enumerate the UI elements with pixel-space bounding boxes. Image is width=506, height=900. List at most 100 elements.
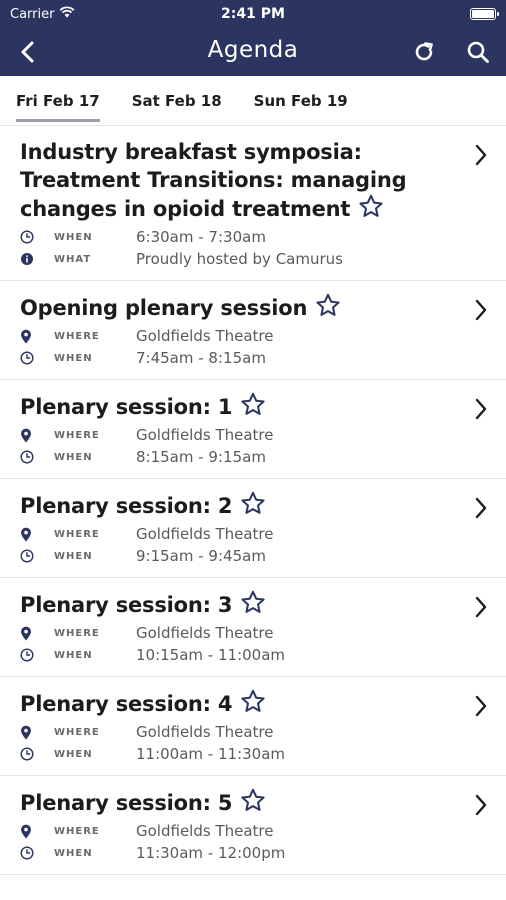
session-title-block: Opening plenary session	[20, 293, 446, 325]
session-item[interactable]: Plenary session: 5 WHERE Goldfields Theatr…	[0, 776, 506, 875]
chevron-right-icon	[474, 794, 488, 820]
session-meta-row: WHEN 10:15am - 11:00am	[20, 644, 446, 666]
clock-icon	[20, 846, 38, 860]
session-meta-row: WHAT Proudly hosted by Camurus	[20, 248, 446, 270]
clock-icon	[20, 747, 38, 761]
clock-icon	[20, 648, 38, 662]
location-pin-icon	[20, 329, 38, 344]
meta-label: WHERE	[54, 627, 100, 639]
session-title-block: Plenary session: 3	[20, 590, 446, 622]
status-bar: Carrier 2:41 PM	[0, 0, 506, 28]
meta-value: 6:30am - 7:30am	[136, 228, 266, 246]
location-pin-icon	[20, 428, 38, 443]
meta-label: WHEN	[54, 748, 93, 760]
session-meta-row: WHEN 6:30am - 7:30am	[20, 226, 446, 248]
location-pin-icon	[20, 527, 38, 542]
status-left: Carrier	[10, 6, 75, 22]
clock-icon	[20, 351, 38, 365]
session-meta-row: WHEN 8:15am - 9:15am	[20, 446, 446, 468]
session-item[interactable]: Opening plenary session WHERE Goldfields T…	[0, 281, 506, 380]
meta-value: Goldfields Theatre	[136, 327, 274, 345]
favorite-star-icon[interactable]	[240, 788, 266, 820]
search-icon	[467, 41, 489, 63]
session-title: Plenary session: 2	[20, 494, 233, 518]
app-header: Carrier 2:41 PM Agenda	[0, 0, 506, 76]
chevron-right-icon	[474, 398, 488, 424]
search-button[interactable]	[462, 36, 494, 68]
meta-value: 11:30am - 12:00pm	[136, 844, 286, 862]
date-tabs: Fri Feb 17 Sat Feb 18 Sun Feb 19	[0, 76, 506, 126]
session-title: Plenary session: 3	[20, 593, 233, 617]
meta-label: WHERE	[54, 528, 100, 540]
meta-label: WHERE	[54, 726, 100, 738]
meta-label: WHAT	[54, 253, 92, 265]
meta-value: Goldfields Theatre	[136, 723, 274, 741]
clock-icon	[20, 230, 38, 244]
favorite-star-icon[interactable]	[240, 590, 266, 622]
session-item[interactable]: Plenary session: 2 WHERE Goldfields Theatr…	[0, 479, 506, 578]
meta-value: 9:15am - 9:45am	[136, 547, 266, 565]
wifi-icon	[59, 6, 75, 22]
session-meta-row: WHERE Goldfields Theatre	[20, 721, 446, 743]
session-title: Opening plenary session	[20, 296, 308, 320]
session-item[interactable]: Industry breakfast symposia: Treatment T…	[0, 126, 506, 281]
favorite-star-icon[interactable]	[240, 392, 266, 424]
location-pin-icon	[20, 725, 38, 740]
session-item[interactable]: Plenary session: 3 WHERE Goldfields Theatr…	[0, 578, 506, 677]
tab-sun-feb-19[interactable]: Sun Feb 19	[254, 86, 348, 116]
chevron-right-icon	[474, 299, 488, 325]
tab-fri-feb-17[interactable]: Fri Feb 17	[16, 86, 100, 122]
session-title-block: Plenary session: 5	[20, 788, 446, 820]
meta-label: WHEN	[54, 649, 93, 661]
meta-label: WHEN	[54, 352, 93, 364]
session-item[interactable]: Plenary session: 4 WHERE Goldfields Theatr…	[0, 677, 506, 776]
session-title: Plenary session: 1	[20, 395, 233, 419]
session-meta-row: WHERE Goldfields Theatre	[20, 622, 446, 644]
clock-icon	[20, 450, 38, 464]
meta-value: 8:15am - 9:15am	[136, 448, 266, 466]
meta-label: WHERE	[54, 429, 100, 441]
session-title-block: Plenary session: 1	[20, 392, 446, 424]
meta-label: WHEN	[54, 451, 93, 463]
location-pin-icon	[20, 824, 38, 839]
meta-label: WHEN	[54, 550, 93, 562]
session-meta-row: WHEN 11:30am - 12:00pm	[20, 842, 446, 864]
session-meta-row: WHEN 7:45am - 8:15am	[20, 347, 446, 369]
refresh-icon	[415, 42, 433, 61]
tab-sat-feb-18[interactable]: Sat Feb 18	[132, 86, 222, 116]
meta-value: 11:00am - 11:30am	[136, 745, 286, 763]
nav-bar: Agenda	[0, 28, 506, 76]
favorite-star-icon[interactable]	[315, 293, 341, 325]
chevron-right-icon	[474, 695, 488, 721]
session-meta-row: WHERE Goldfields Theatre	[20, 523, 446, 545]
session-list: Industry breakfast symposia: Treatment T…	[0, 126, 506, 875]
carrier-label: Carrier	[10, 6, 55, 22]
session-title-block: Plenary session: 4	[20, 689, 446, 721]
session-title: Plenary session: 5	[20, 791, 233, 815]
info-icon	[20, 252, 38, 266]
session-meta-row: WHEN 9:15am - 9:45am	[20, 545, 446, 567]
meta-value: 10:15am - 11:00am	[136, 646, 286, 664]
session-title: Industry breakfast symposia: Treatment T…	[20, 140, 407, 221]
meta-label: WHERE	[54, 330, 100, 342]
favorite-star-icon[interactable]	[358, 194, 384, 226]
session-item[interactable]: Plenary session: 1 WHERE Goldfields Theatr…	[0, 380, 506, 479]
session-meta-row: WHERE Goldfields Theatre	[20, 820, 446, 842]
chevron-right-icon	[474, 596, 488, 622]
meta-value: Goldfields Theatre	[136, 426, 274, 444]
meta-value: 7:45am - 8:15am	[136, 349, 266, 367]
session-title: Plenary session: 4	[20, 692, 233, 716]
chevron-right-icon	[474, 497, 488, 523]
meta-value: Proudly hosted by Camurus	[136, 250, 343, 268]
session-title-block: Industry breakfast symposia: Treatment T…	[20, 138, 446, 226]
session-title-block: Plenary session: 2	[20, 491, 446, 523]
session-meta-row: WHERE Goldfields Theatre	[20, 424, 446, 446]
favorite-star-icon[interactable]	[240, 491, 266, 523]
refresh-button[interactable]	[408, 36, 440, 68]
battery-icon	[470, 8, 499, 20]
meta-label: WHEN	[54, 847, 93, 859]
location-pin-icon	[20, 626, 38, 641]
meta-label: WHERE	[54, 825, 100, 837]
favorite-star-icon[interactable]	[240, 689, 266, 721]
session-meta-row: WHERE Goldfields Theatre	[20, 325, 446, 347]
